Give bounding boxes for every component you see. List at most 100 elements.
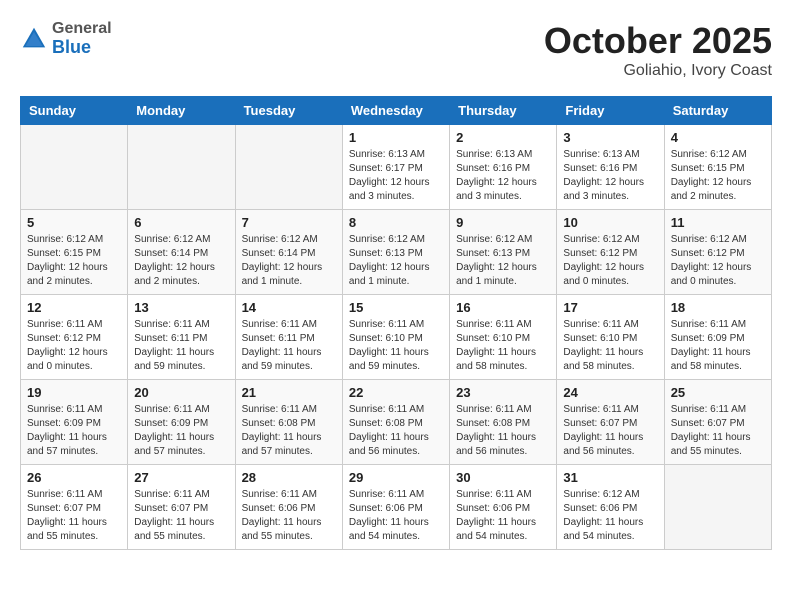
month-title: October 2025 bbox=[544, 20, 772, 62]
weekday-header-saturday: Saturday bbox=[664, 97, 771, 125]
day-number: 22 bbox=[349, 385, 443, 400]
day-info: Sunrise: 6:12 AM Sunset: 6:15 PM Dayligh… bbox=[27, 233, 121, 289]
weekday-header-friday: Friday bbox=[557, 97, 664, 125]
calendar-week-row: 19 Sunrise: 6:11 AM Sunset: 6:09 PM Dayli… bbox=[21, 380, 772, 465]
calendar-day: 20 Sunrise: 6:11 AM Sunset: 6:09 PM Dayli… bbox=[128, 380, 235, 465]
day-info: Sunrise: 6:11 AM Sunset: 6:08 PM Dayligh… bbox=[456, 403, 550, 459]
day-number: 3 bbox=[563, 130, 657, 145]
day-info: Sunrise: 6:11 AM Sunset: 6:09 PM Dayligh… bbox=[27, 403, 121, 459]
day-info: Sunrise: 6:11 AM Sunset: 6:07 PM Dayligh… bbox=[671, 403, 765, 459]
weekday-header-monday: Monday bbox=[128, 97, 235, 125]
day-info: Sunrise: 6:12 AM Sunset: 6:12 PM Dayligh… bbox=[671, 233, 765, 289]
day-info: Sunrise: 6:12 AM Sunset: 6:13 PM Dayligh… bbox=[456, 233, 550, 289]
calendar-table: SundayMondayTuesdayWednesdayThursdayFrid… bbox=[20, 96, 772, 550]
calendar-day: 31Sunrise: 6:12 AM Sunset: 6:06 PM Dayli… bbox=[557, 465, 664, 550]
calendar-week-row: 26 Sunrise: 6:11 AM Sunset: 6:07 PM Dayli… bbox=[21, 465, 772, 550]
day-number: 30 bbox=[456, 470, 550, 485]
day-number: 18 bbox=[671, 300, 765, 315]
calendar-day: 27 Sunrise: 6:11 AM Sunset: 6:07 PM Dayli… bbox=[128, 465, 235, 550]
day-info: Sunrise: 6:11 AM Sunset: 6:07 PM Dayligh… bbox=[134, 488, 228, 544]
calendar-day: 19 Sunrise: 6:11 AM Sunset: 6:09 PM Dayli… bbox=[21, 380, 128, 465]
day-info: Sunrise: 6:11 AM Sunset: 6:12 PM Dayligh… bbox=[27, 318, 121, 374]
calendar-day: 13 Sunrise: 6:11 AM Sunset: 6:11 PM Dayli… bbox=[128, 295, 235, 380]
calendar-day: 14Sunrise: 6:11 AM Sunset: 6:11 PM Dayli… bbox=[235, 295, 342, 380]
day-number: 27 bbox=[134, 470, 228, 485]
calendar-day: 30 Sunrise: 6:11 AM Sunset: 6:06 PM Dayli… bbox=[450, 465, 557, 550]
calendar-week-row: 12 Sunrise: 6:11 AM Sunset: 6:12 PM Dayli… bbox=[21, 295, 772, 380]
day-info: Sunrise: 6:11 AM Sunset: 6:11 PM Dayligh… bbox=[134, 318, 228, 374]
day-number: 5 bbox=[27, 215, 121, 230]
weekday-header-row: SundayMondayTuesdayWednesdayThursdayFrid… bbox=[21, 97, 772, 125]
calendar-day: 23 Sunrise: 6:11 AM Sunset: 6:08 PM Dayli… bbox=[450, 380, 557, 465]
day-info: Sunrise: 6:11 AM Sunset: 6:09 PM Dayligh… bbox=[134, 403, 228, 459]
calendar-day: 29Sunrise: 6:11 AM Sunset: 6:06 PM Dayli… bbox=[342, 465, 449, 550]
calendar-day bbox=[21, 125, 128, 210]
day-number: 11 bbox=[671, 215, 765, 230]
calendar-day: 24 Sunrise: 6:11 AM Sunset: 6:07 PM Dayli… bbox=[557, 380, 664, 465]
day-number: 24 bbox=[563, 385, 657, 400]
day-number: 6 bbox=[134, 215, 228, 230]
calendar-day: 2 Sunrise: 6:13 AM Sunset: 6:16 PM Daylig… bbox=[450, 125, 557, 210]
weekday-header-wednesday: Wednesday bbox=[342, 97, 449, 125]
day-number: 2 bbox=[456, 130, 550, 145]
day-info: Sunrise: 6:12 AM Sunset: 6:12 PM Dayligh… bbox=[563, 233, 657, 289]
day-info: Sunrise: 6:11 AM Sunset: 6:10 PM Dayligh… bbox=[456, 318, 550, 374]
calendar-day: 15 Sunrise: 6:11 AM Sunset: 6:10 PM Dayli… bbox=[342, 295, 449, 380]
day-info: Sunrise: 6:11 AM Sunset: 6:09 PM Dayligh… bbox=[671, 318, 765, 374]
day-number: 14 bbox=[242, 300, 336, 315]
weekday-header-thursday: Thursday bbox=[450, 97, 557, 125]
day-number: 13 bbox=[134, 300, 228, 315]
day-info: Sunrise: 6:13 AM Sunset: 6:16 PM Dayligh… bbox=[456, 148, 550, 204]
logo-blue-label: Blue bbox=[52, 38, 112, 58]
day-info: Sunrise: 6:13 AM Sunset: 6:17 PM Dayligh… bbox=[349, 148, 443, 204]
day-info: Sunrise: 6:12 AM Sunset: 6:14 PM Dayligh… bbox=[242, 233, 336, 289]
calendar-day: 8Sunrise: 6:12 AM Sunset: 6:13 PM Daylig… bbox=[342, 210, 449, 295]
day-info: Sunrise: 6:13 AM Sunset: 6:16 PM Dayligh… bbox=[563, 148, 657, 204]
calendar-day: 21Sunrise: 6:11 AM Sunset: 6:08 PM Dayli… bbox=[235, 380, 342, 465]
calendar-day: 6 Sunrise: 6:12 AM Sunset: 6:14 PM Daylig… bbox=[128, 210, 235, 295]
day-number: 4 bbox=[671, 130, 765, 145]
calendar-day: 16 Sunrise: 6:11 AM Sunset: 6:10 PM Dayli… bbox=[450, 295, 557, 380]
day-number: 12 bbox=[27, 300, 121, 315]
day-number: 23 bbox=[456, 385, 550, 400]
day-info: Sunrise: 6:12 AM Sunset: 6:15 PM Dayligh… bbox=[671, 148, 765, 204]
day-info: Sunrise: 6:11 AM Sunset: 6:07 PM Dayligh… bbox=[563, 403, 657, 459]
calendar-day: 7Sunrise: 6:12 AM Sunset: 6:14 PM Daylig… bbox=[235, 210, 342, 295]
calendar-day bbox=[664, 465, 771, 550]
day-number: 19 bbox=[27, 385, 121, 400]
calendar-day: 4 Sunrise: 6:12 AM Sunset: 6:15 PM Daylig… bbox=[664, 125, 771, 210]
calendar-day: 11 Sunrise: 6:12 AM Sunset: 6:12 PM Dayli… bbox=[664, 210, 771, 295]
calendar-day: 9Sunrise: 6:12 AM Sunset: 6:13 PM Daylig… bbox=[450, 210, 557, 295]
calendar-day bbox=[235, 125, 342, 210]
day-number: 28 bbox=[242, 470, 336, 485]
day-number: 16 bbox=[456, 300, 550, 315]
calendar-day bbox=[128, 125, 235, 210]
calendar-day: 5 Sunrise: 6:12 AM Sunset: 6:15 PM Daylig… bbox=[21, 210, 128, 295]
calendar-day: 28 Sunrise: 6:11 AM Sunset: 6:06 PM Dayli… bbox=[235, 465, 342, 550]
calendar-day: 22 Sunrise: 6:11 AM Sunset: 6:08 PM Dayli… bbox=[342, 380, 449, 465]
day-number: 25 bbox=[671, 385, 765, 400]
day-info: Sunrise: 6:11 AM Sunset: 6:06 PM Dayligh… bbox=[349, 488, 443, 544]
calendar-day: 17Sunrise: 6:11 AM Sunset: 6:10 PM Dayli… bbox=[557, 295, 664, 380]
title-block: October 2025 Goliahio, Ivory Coast bbox=[544, 20, 772, 80]
day-info: Sunrise: 6:11 AM Sunset: 6:08 PM Dayligh… bbox=[349, 403, 443, 459]
day-info: Sunrise: 6:11 AM Sunset: 6:07 PM Dayligh… bbox=[27, 488, 121, 544]
day-info: Sunrise: 6:12 AM Sunset: 6:14 PM Dayligh… bbox=[134, 233, 228, 289]
day-info: Sunrise: 6:11 AM Sunset: 6:08 PM Dayligh… bbox=[242, 403, 336, 459]
day-info: Sunrise: 6:11 AM Sunset: 6:06 PM Dayligh… bbox=[242, 488, 336, 544]
day-number: 26 bbox=[27, 470, 121, 485]
day-info: Sunrise: 6:11 AM Sunset: 6:10 PM Dayligh… bbox=[563, 318, 657, 374]
weekday-header-tuesday: Tuesday bbox=[235, 97, 342, 125]
calendar-day: 18 Sunrise: 6:11 AM Sunset: 6:09 PM Dayli… bbox=[664, 295, 771, 380]
page-header: General Blue October 2025 Goliahio, Ivor… bbox=[20, 20, 772, 80]
day-number: 31 bbox=[563, 470, 657, 485]
location-label: Goliahio, Ivory Coast bbox=[544, 62, 772, 80]
logo-icon bbox=[20, 25, 48, 53]
calendar-day: 10Sunrise: 6:12 AM Sunset: 6:12 PM Dayli… bbox=[557, 210, 664, 295]
day-info: Sunrise: 6:11 AM Sunset: 6:10 PM Dayligh… bbox=[349, 318, 443, 374]
day-info: Sunrise: 6:11 AM Sunset: 6:06 PM Dayligh… bbox=[456, 488, 550, 544]
day-number: 15 bbox=[349, 300, 443, 315]
day-number: 20 bbox=[134, 385, 228, 400]
calendar-week-row: 1Sunrise: 6:13 AM Sunset: 6:17 PM Daylig… bbox=[21, 125, 772, 210]
day-number: 8 bbox=[349, 215, 443, 230]
